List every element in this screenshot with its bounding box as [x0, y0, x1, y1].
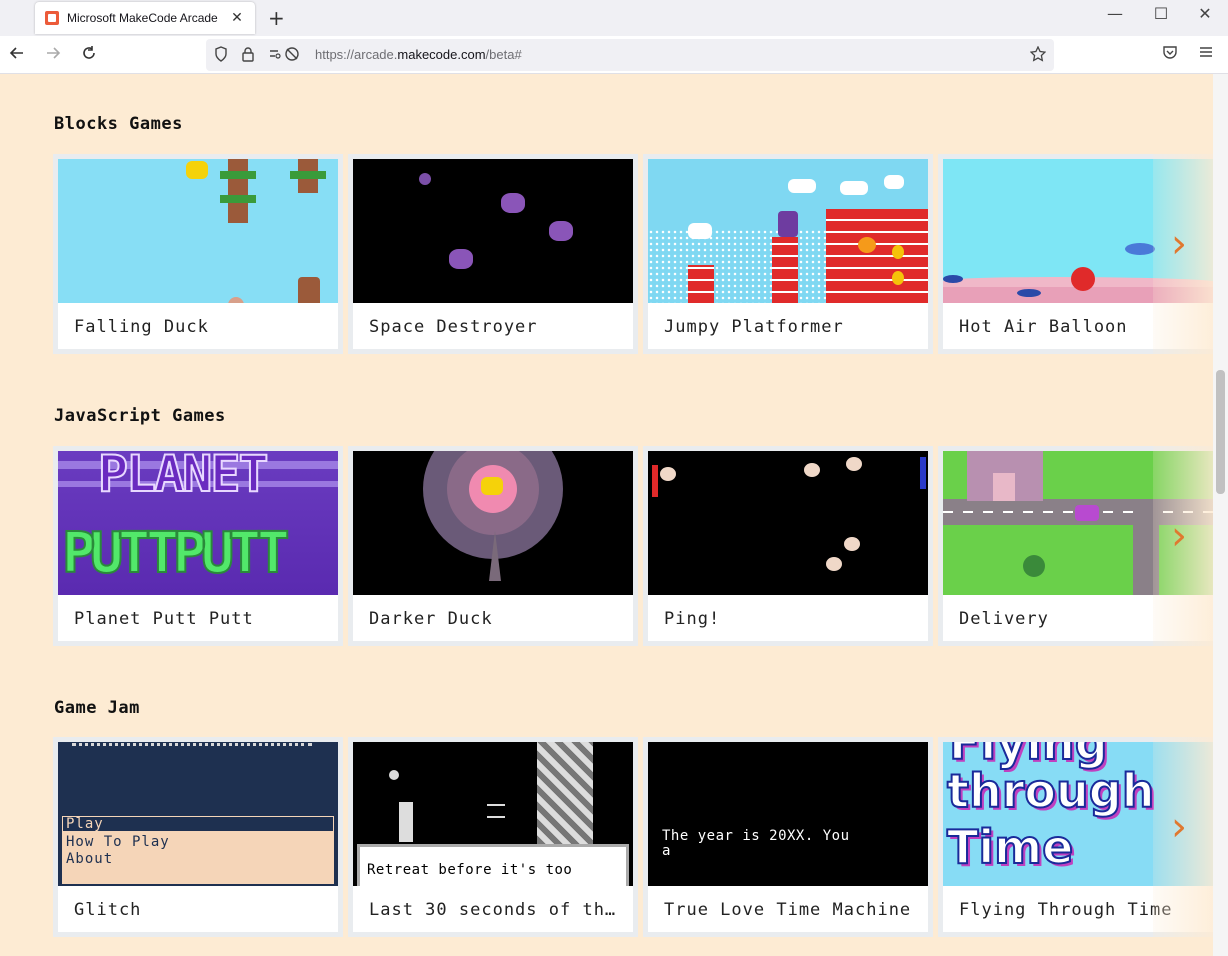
true-love-thumbnail: The year is 20XX. You a — [648, 742, 928, 886]
url-bar[interactable]: https://arcade.makecode.com/beta# — [206, 39, 1054, 71]
card-title: Falling Duck — [74, 317, 209, 337]
card-title: True Love Time Machine — [664, 900, 912, 920]
page-scrollbar[interactable] — [1213, 74, 1228, 956]
arrow-left-icon[interactable] — [7, 44, 27, 67]
card-title: Last 30 seconds of th… — [369, 900, 617, 920]
game-card-last-30-seconds[interactable]: Retreat before it's too Last 30 seconds … — [348, 737, 638, 937]
darker-duck-thumbnail — [353, 451, 633, 595]
reload-icon[interactable] — [79, 44, 99, 67]
makecode-favicon-icon — [45, 11, 59, 25]
tab-close-icon[interactable]: ✕ — [229, 10, 245, 26]
game-card-jumpy-platformer[interactable]: Jumpy Platformer — [643, 154, 933, 354]
planet-putt-putt-thumbnail: PLANET PUTTPUTT — [58, 451, 338, 595]
shield-icon[interactable] — [214, 46, 228, 67]
game-card-glitch[interactable]: Play How To Play About Glitch — [53, 737, 343, 937]
true-love-story-text-2: a — [662, 843, 671, 859]
section-title-blocks-games: Blocks Games — [54, 114, 183, 134]
flying-title-line3: Time — [946, 819, 1074, 875]
last30-dialog-text: Retreat before it's too — [367, 862, 573, 878]
glitch-menu-how-to-play: How To Play — [66, 834, 170, 850]
page-content: Blocks Games Falling Duck Space Destroye… — [0, 74, 1213, 956]
browser-nav-bar: https://arcade.makecode.com/beta# — [0, 36, 1228, 74]
true-love-story-text: The year is 20XX. You — [662, 828, 850, 844]
carousel-next-chevron-icon[interactable]: › — [1171, 224, 1187, 264]
card-title: Glitch — [74, 900, 142, 920]
card-title: Delivery — [959, 609, 1049, 629]
last-30-seconds-thumbnail: Retreat before it's too — [353, 742, 633, 886]
ping-thumbnail — [648, 451, 928, 595]
game-card-falling-duck[interactable]: Falling Duck — [53, 154, 343, 354]
putt-title-text: PUTTPUTT — [61, 520, 291, 587]
arrow-right-icon[interactable] — [43, 44, 63, 67]
falling-duck-thumbnail — [58, 159, 338, 303]
tab-title: Microsoft MakeCode Arcade — [67, 11, 218, 25]
permissions-icon[interactable] — [268, 46, 300, 67]
lock-icon[interactable] — [241, 46, 255, 67]
card-title: Darker Duck — [369, 609, 493, 629]
pocket-icon[interactable] — [1160, 44, 1180, 65]
minimize-button[interactable]: — — [1092, 4, 1138, 23]
glitch-menu-play: Play — [66, 816, 104, 832]
glitch-thumbnail: Play How To Play About — [58, 742, 338, 886]
carousel-game-jam: Play How To Play About Glitch Retreat be… — [53, 737, 1213, 937]
section-title-javascript-games: JavaScript Games — [54, 406, 226, 426]
game-card-ping[interactable]: Ping! — [643, 446, 933, 646]
hamburger-menu-icon[interactable] — [1196, 44, 1216, 65]
card-title: Ping! — [664, 609, 721, 629]
flying-title-line2: through — [946, 763, 1155, 819]
game-card-planet-putt-putt[interactable]: PLANET PUTTPUTT Planet Putt Putt — [53, 446, 343, 646]
card-title: Flying Through Time — [959, 900, 1173, 920]
planet-title-text: PLANET — [97, 451, 270, 504]
game-card-true-love-time-machine[interactable]: The year is 20XX. You a True Love Time M… — [643, 737, 933, 937]
card-title: Hot Air Balloon — [959, 317, 1128, 337]
section-title-game-jam: Game Jam — [54, 698, 140, 718]
carousel-blocks-games: Falling Duck Space Destroyer Jumpy Platf… — [53, 154, 1213, 354]
space-destroyer-thumbnail — [353, 159, 633, 303]
card-title: Space Destroyer — [369, 317, 538, 337]
close-window-button[interactable]: ✕ — [1182, 4, 1228, 23]
card-title: Jumpy Platformer — [664, 317, 844, 337]
game-card-space-destroyer[interactable]: Space Destroyer — [348, 154, 638, 354]
carousel-next-chevron-icon[interactable]: › — [1171, 516, 1187, 556]
carousel-next-chevron-icon[interactable]: › — [1171, 807, 1187, 847]
url-text: https://arcade.makecode.com/beta# — [315, 47, 522, 62]
scrollbar-thumb[interactable] — [1216, 370, 1225, 494]
jumpy-platformer-thumbnail — [648, 159, 928, 303]
browser-tab-bar: Microsoft MakeCode Arcade ✕ + — ☐ ✕ — [0, 0, 1228, 36]
glitch-menu-about: About — [66, 851, 114, 867]
carousel-javascript-games: PLANET PUTTPUTT Planet Putt Putt Darker … — [53, 446, 1213, 646]
game-card-darker-duck[interactable]: Darker Duck — [348, 446, 638, 646]
maximize-button[interactable]: ☐ — [1138, 4, 1184, 23]
card-title: Planet Putt Putt — [74, 609, 254, 629]
new-tab-button[interactable]: + — [268, 6, 285, 30]
star-icon[interactable] — [1029, 45, 1047, 67]
browser-tab[interactable]: Microsoft MakeCode Arcade ✕ — [35, 2, 255, 34]
